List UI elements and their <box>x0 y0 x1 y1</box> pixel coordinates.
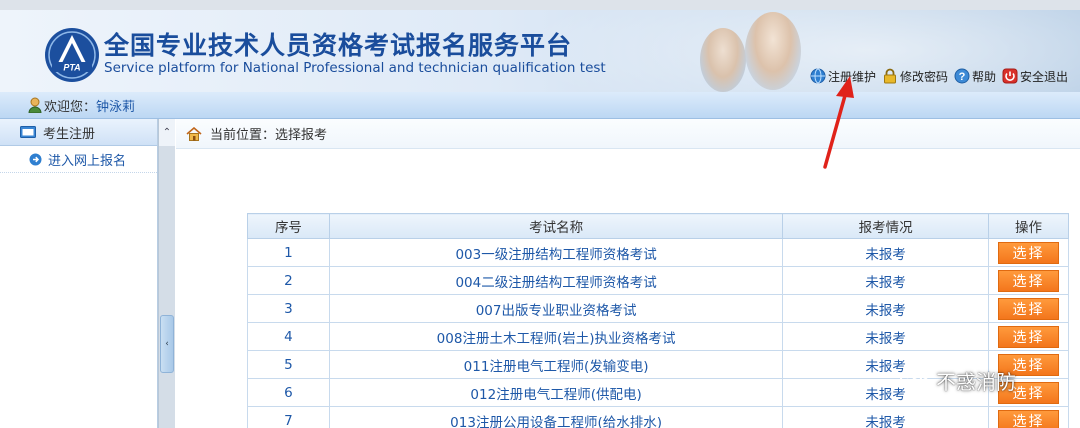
pta-logo: PTA <box>45 28 99 82</box>
select-button[interactable]: 选择 <box>998 409 1059 428</box>
row-status: 未报考 <box>782 322 989 351</box>
logo-text: PTA <box>63 63 80 73</box>
row-status: 未报考 <box>782 294 989 323</box>
power-icon <box>1002 68 1018 84</box>
lock-icon <box>884 68 897 84</box>
site-title: 全国专业技术人员资格考试报名服务平台 <box>104 31 573 60</box>
welcome-bar: 欢迎您： 钟泳莉 <box>0 92 1080 119</box>
table-row: 3 007出版专业职业资格考试 未报考 选择 <box>247 294 1069 323</box>
column-header-seq: 序号 <box>247 213 330 239</box>
chevron-left-icon: ‹ <box>165 339 169 349</box>
table-row: 7 013注册公用设备工程师(给水排水) 未报考 选择 <box>247 406 1069 428</box>
welcome-label: 欢迎您： <box>44 99 97 115</box>
logout-label: 安全退出 <box>1020 69 1069 84</box>
row-seq: 6 <box>247 378 330 407</box>
row-action: 选择 <box>988 266 1069 295</box>
window-icon <box>20 126 36 138</box>
row-exam-name: 013注册公用设备工程师(给水排水) <box>328 406 784 428</box>
help-label: 帮助 <box>972 69 997 84</box>
row-action: 选择 <box>988 406 1069 428</box>
column-header-status: 报考情况 <box>782 213 989 239</box>
row-exam-name: 008注册土木工程师(岩土)执业资格考试 <box>328 322 784 351</box>
browser-top-strip <box>0 0 1080 10</box>
collapse-sidebar-handle[interactable]: ‹ <box>160 315 174 373</box>
row-exam-name: 011注册电气工程师(发输变电) <box>328 350 784 379</box>
help-icon: ? <box>954 68 970 84</box>
help-link[interactable]: ? 帮助 <box>954 68 996 85</box>
sidebar-section-label: 考生注册 <box>43 126 96 142</box>
logout-link[interactable]: 安全退出 <box>1002 68 1068 85</box>
row-action: 选择 <box>988 294 1069 323</box>
sidebar-splitter[interactable]: ⌃ ‹ <box>158 119 175 428</box>
home-icon <box>186 126 202 141</box>
globe-icon <box>810 68 826 84</box>
change-password-link[interactable]: 修改密码 <box>882 68 948 85</box>
arrow-right-circle-icon <box>29 153 42 165</box>
row-seq: 4 <box>247 322 330 351</box>
register-maintain-label: 注册维护 <box>828 69 877 84</box>
breadcrumb-text: 当前位置：选择报考 <box>210 128 328 143</box>
table-row: 1 003一级注册结构工程师资格考试 未报考 选择 <box>247 238 1069 267</box>
svg-text:?: ? <box>959 71 966 83</box>
watermark-text: 不惑消防 <box>936 369 1016 394</box>
row-action: 选择 <box>988 238 1069 267</box>
username: 钟泳莉 <box>96 99 136 115</box>
top-links: 注册维护 修改密码 ? 帮助 安全退出 <box>810 66 1080 86</box>
row-exam-name: 003一级注册结构工程师资格考试 <box>328 238 784 267</box>
table-header-row: 序号 考试名称 报考情况 操作 <box>247 213 1069 239</box>
banner-agent-image <box>745 12 801 90</box>
user-icon <box>28 97 42 113</box>
select-button[interactable]: 选择 <box>998 297 1059 320</box>
sidebar-item-label: 进入网上报名 <box>48 153 127 169</box>
site-subtitle: Service platform for National Profession… <box>104 60 606 76</box>
wechat-icon <box>900 369 929 391</box>
breadcrumb: 当前位置：选择报考 <box>176 119 1080 149</box>
row-status: 未报考 <box>782 266 989 295</box>
banner-agent-image <box>700 28 746 92</box>
row-seq: 3 <box>247 294 330 323</box>
register-maintain-link[interactable]: 注册维护 <box>810 68 876 85</box>
row-seq: 5 <box>247 350 330 379</box>
row-seq: 1 <box>247 238 330 267</box>
column-header-action: 操作 <box>988 213 1069 239</box>
sidebar-item-online-registration[interactable]: 进入网上报名 <box>0 146 157 173</box>
row-seq: 2 <box>247 266 330 295</box>
row-exam-name: 004二级注册结构工程师资格考试 <box>328 266 784 295</box>
sidebar: 考生注册 进入网上报名 <box>0 119 158 428</box>
row-action: 选择 <box>988 322 1069 351</box>
column-header-exam-name: 考试名称 <box>328 213 784 239</box>
row-exam-name: 012注册电气工程师(供配电) <box>328 378 784 407</box>
collapse-up-button[interactable]: ⌃ <box>159 119 175 146</box>
chevron-up-icon: ⌃ <box>162 127 172 138</box>
select-button[interactable]: 选择 <box>998 269 1059 292</box>
row-status: 未报考 <box>782 406 989 428</box>
row-status: 未报考 <box>782 238 989 267</box>
table-row: 2 004二级注册结构工程师资格考试 未报考 选择 <box>247 266 1069 295</box>
select-button[interactable]: 选择 <box>998 325 1059 348</box>
select-button[interactable]: 选择 <box>998 241 1059 264</box>
watermark: 不惑消防 <box>900 362 1016 398</box>
sidebar-section-register[interactable]: 考生注册 <box>0 119 157 146</box>
row-exam-name: 007出版专业职业资格考试 <box>328 294 784 323</box>
change-password-label: 修改密码 <box>900 69 949 84</box>
row-seq: 7 <box>247 406 330 428</box>
table-row: 4 008注册土木工程师(岩土)执业资格考试 未报考 选择 <box>247 322 1069 351</box>
